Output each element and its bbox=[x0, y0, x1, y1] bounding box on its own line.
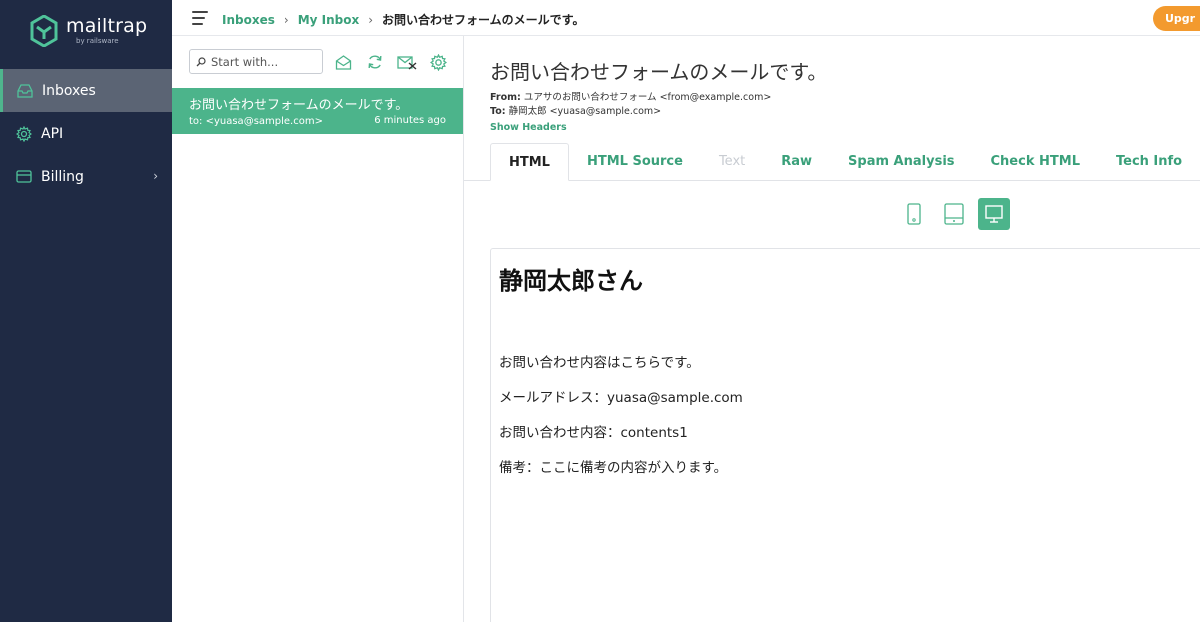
email-line: お問い合わせ内容はこちらです。 bbox=[499, 355, 700, 371]
brand-sub: by railsware bbox=[76, 37, 119, 45]
brand-name: mailtrap bbox=[66, 15, 148, 37]
show-headers-link[interactable]: Show Headers bbox=[490, 122, 567, 133]
email-line: メールアドレス：yuasa@sample.com bbox=[499, 390, 743, 406]
mobile-view-button[interactable] bbox=[898, 198, 930, 230]
inbox-icon bbox=[16, 82, 34, 100]
message-list-pane: Start with... お問い合わせフォームのメールです。 to: <yua… bbox=[172, 36, 464, 622]
email-heading: 静岡太郎さん bbox=[499, 267, 643, 295]
to-value: 静岡太郎 <yuasa@sample.com> bbox=[508, 106, 662, 117]
breadcrumb-inboxes[interactable]: Inboxes bbox=[222, 13, 275, 27]
from-header: From: ユアサのお問い合わせフォーム <from@example.com> bbox=[490, 89, 771, 103]
desktop-view-button[interactable] bbox=[978, 198, 1010, 230]
list-item[interactable]: お問い合わせフォームのメールです。 to: <yuasa@sample.com>… bbox=[172, 88, 463, 134]
sidebar-nav: Inboxes API Billing › bbox=[0, 69, 172, 198]
tab-tech-info[interactable]: Tech Info bbox=[1098, 143, 1200, 181]
message-tabs: HTML HTML Source Text Raw Spam Analysis … bbox=[490, 143, 1200, 181]
message-title: お問い合わせフォームのメールです。 bbox=[490, 60, 828, 84]
tab-raw[interactable]: Raw bbox=[763, 143, 830, 181]
tab-check-html[interactable]: Check HTML bbox=[973, 143, 1098, 181]
sidebar-item-label: API bbox=[41, 125, 64, 142]
from-value: ユアサのお問い合わせフォーム <from@example.com> bbox=[523, 92, 772, 103]
email-preview: 静岡太郎さん お問い合わせ内容はこちらです。 メールアドレス：yuasa@sam… bbox=[490, 248, 1200, 622]
email-line: 備考：ここに備考の内容が入ります。 bbox=[499, 460, 728, 476]
sidebar-item-billing[interactable]: Billing › bbox=[0, 155, 172, 198]
chevron-right-icon: › bbox=[368, 12, 374, 27]
tablet-view-button[interactable] bbox=[938, 198, 970, 230]
breadcrumb: Inboxes › My Inbox › お問い合わせフォームのメールです。 bbox=[222, 11, 584, 28]
card-icon bbox=[15, 168, 33, 186]
tab-html-source[interactable]: HTML Source bbox=[569, 143, 701, 181]
sidebar-item-label: Inboxes bbox=[42, 82, 96, 99]
to-header: To: 静岡太郎 <yuasa@sample.com> bbox=[490, 103, 661, 117]
gear-icon bbox=[15, 125, 33, 143]
to-label: To: bbox=[490, 106, 506, 117]
sidebar-item-label: Billing bbox=[41, 168, 84, 185]
topbar: Inboxes › My Inbox › お問い合わせフォームのメールです。 U… bbox=[172, 0, 1200, 36]
tab-spam-analysis[interactable]: Spam Analysis bbox=[830, 143, 972, 181]
mailtrap-logo[interactable]: mailtrap by railsware bbox=[30, 15, 147, 47]
tab-html[interactable]: HTML bbox=[490, 143, 569, 181]
mark-read-icon[interactable] bbox=[333, 52, 353, 72]
refresh-icon[interactable] bbox=[365, 52, 385, 72]
mobile-icon bbox=[907, 203, 921, 225]
message-subject: お問い合わせフォームのメールです。 bbox=[189, 98, 409, 113]
search-input[interactable]: Start with... bbox=[189, 49, 323, 74]
search-placeholder: Start with... bbox=[211, 54, 279, 69]
chevron-right-icon: › bbox=[283, 12, 289, 27]
sidebar-item-inboxes[interactable]: Inboxes bbox=[0, 69, 172, 112]
breadcrumb-my-inbox[interactable]: My Inbox bbox=[298, 13, 360, 27]
chevron-right-icon: › bbox=[153, 169, 158, 183]
hamburger-menu-icon[interactable] bbox=[192, 11, 208, 25]
clear-inbox-icon[interactable] bbox=[397, 52, 417, 72]
sidebar: mailtrap by railsware Inboxes API Billin… bbox=[0, 0, 172, 622]
settings-gear-icon[interactable] bbox=[428, 52, 448, 72]
sidebar-item-api[interactable]: API bbox=[0, 112, 172, 155]
upgrade-button[interactable]: Upgr bbox=[1153, 6, 1200, 31]
search-icon bbox=[196, 56, 206, 66]
message-view: お問い合わせフォームのメールです。 From: ユアサのお問い合わせフォーム <… bbox=[464, 36, 1200, 622]
tab-text: Text bbox=[718, 154, 746, 169]
breadcrumb-current: お問い合わせフォームのメールです。 bbox=[382, 13, 585, 27]
from-label: From: bbox=[490, 92, 521, 103]
email-line: お問い合わせ内容：contents1 bbox=[499, 425, 688, 441]
mailtrap-logo-icon bbox=[30, 15, 58, 47]
tablet-icon bbox=[944, 203, 964, 225]
message-time: 6 minutes ago bbox=[374, 115, 446, 126]
desktop-icon bbox=[985, 205, 1003, 223]
